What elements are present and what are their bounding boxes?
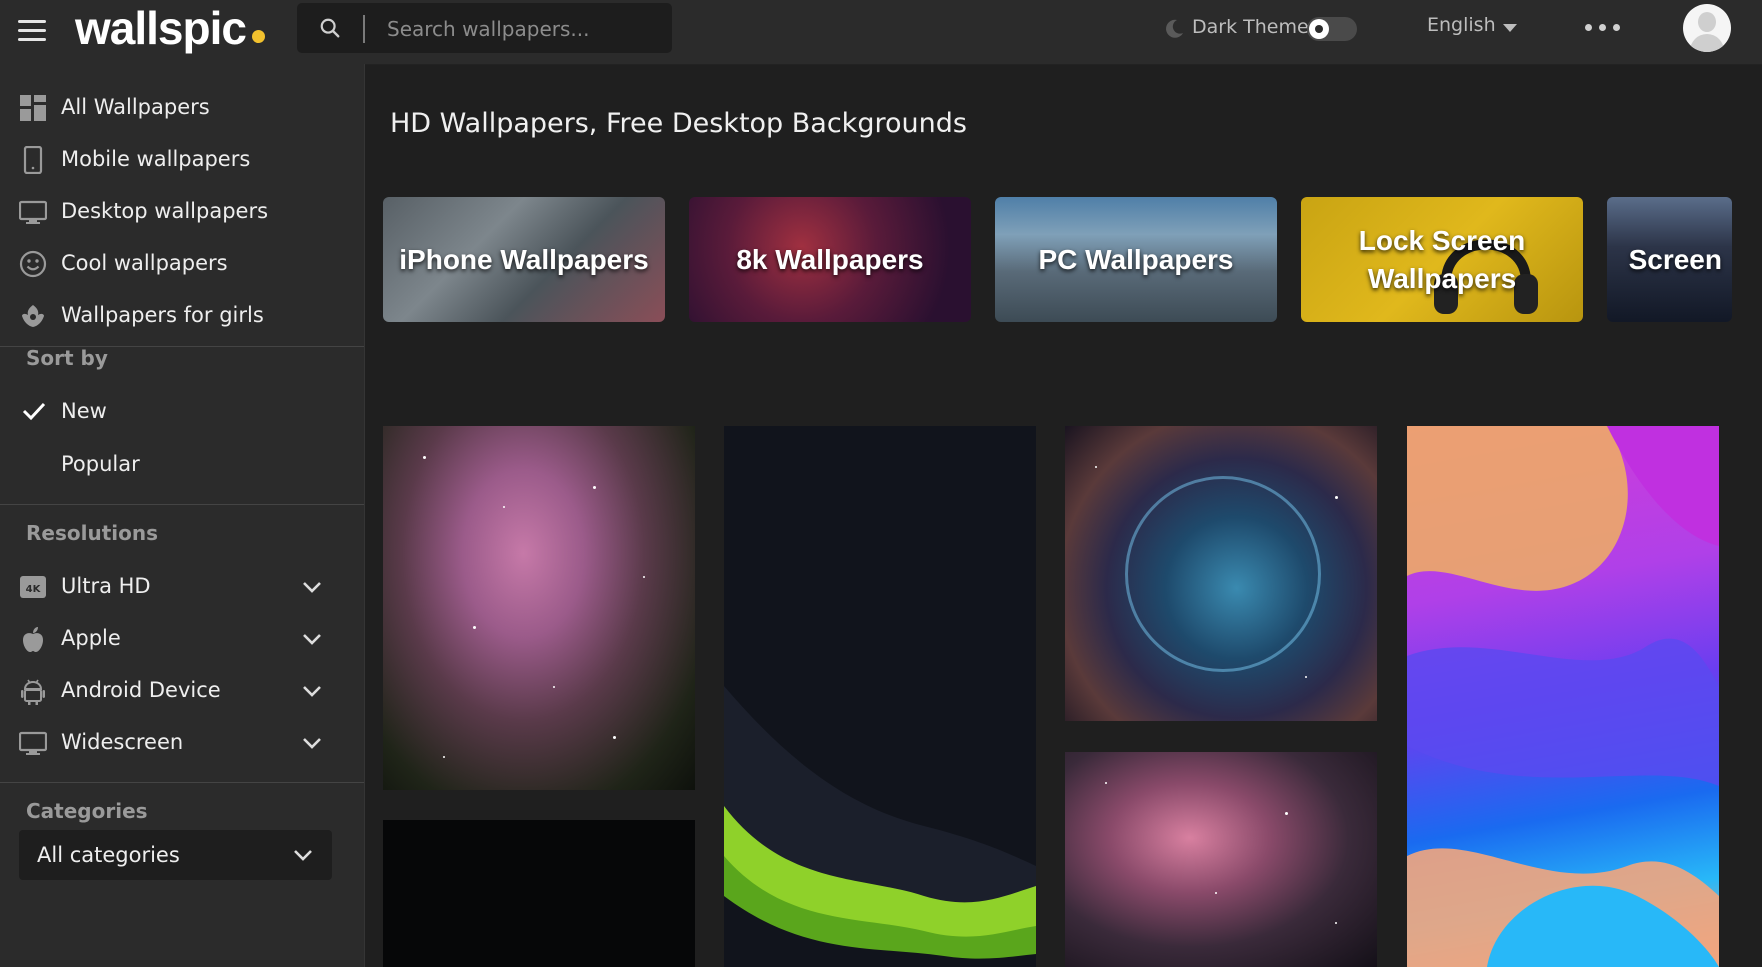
abstract-artwork bbox=[1407, 426, 1719, 967]
category-card-label: Screen bbox=[1628, 243, 1722, 275]
grid-icon bbox=[20, 95, 46, 121]
chevron-down-icon[interactable] bbox=[300, 731, 324, 755]
smiley-icon bbox=[19, 250, 47, 278]
page-title: HD Wallpapers, Free Desktop Backgrounds bbox=[390, 108, 967, 139]
resolution-item-android-device[interactable]: Android Device bbox=[0, 665, 364, 717]
monitor-icon bbox=[19, 731, 47, 755]
search-input[interactable] bbox=[385, 11, 659, 47]
wallpaper-thumbnail[interactable] bbox=[1065, 426, 1377, 721]
toggle-knob bbox=[1309, 19, 1329, 39]
dark-theme-toggle[interactable] bbox=[1307, 17, 1357, 41]
category-card-screen[interactable]: Screen bbox=[1607, 197, 1732, 322]
categories-select-value: All categories bbox=[37, 843, 180, 867]
4k-icon: 4K bbox=[20, 576, 46, 598]
category-card-8k[interactable]: 8k Wallpapers bbox=[689, 197, 971, 322]
category-card-label: PC Wallpapers bbox=[1038, 243, 1234, 275]
monitor-icon bbox=[19, 200, 47, 224]
category-card-iphone[interactable]: iPhone Wallpapers bbox=[383, 197, 665, 322]
categories-title: Categories bbox=[26, 799, 148, 823]
wallpaper-thumbnail[interactable] bbox=[383, 426, 695, 790]
sort-option-label: New bbox=[61, 399, 107, 423]
logo-dot bbox=[252, 30, 265, 43]
category-card-label: iPhone Wallpapers bbox=[399, 243, 649, 275]
resolution-item-label: Android Device bbox=[61, 678, 221, 702]
sidebar-divider bbox=[0, 504, 364, 505]
wallpaper-thumbnail[interactable] bbox=[1407, 426, 1719, 967]
sort-option-popular[interactable]: Popular bbox=[0, 439, 364, 491]
sidebar-item-desktop-wallpapers[interactable]: Desktop wallpapers bbox=[0, 186, 364, 238]
sidebar-item-label: Cool wallpapers bbox=[61, 251, 228, 275]
wallpaper-thumbnail[interactable] bbox=[724, 426, 1036, 967]
sidebar-item-cool-wallpapers[interactable]: Cool wallpapers bbox=[0, 238, 364, 290]
resolution-item-apple[interactable]: Apple bbox=[0, 613, 364, 665]
search-separator bbox=[363, 15, 365, 43]
moon-icon bbox=[1166, 19, 1183, 38]
theme-label: Dark Theme bbox=[1192, 16, 1309, 38]
category-card-pc[interactable]: PC Wallpapers bbox=[995, 197, 1277, 322]
sidebar-item-mobile-wallpapers[interactable]: Mobile wallpapers bbox=[0, 134, 364, 186]
categories-select[interactable]: All categories bbox=[19, 830, 332, 880]
avatar[interactable] bbox=[1683, 4, 1731, 52]
4k-badge-text: 4K bbox=[26, 584, 42, 595]
more-options-icon[interactable] bbox=[1585, 24, 1621, 32]
search-box bbox=[297, 3, 672, 53]
chevron-down-icon[interactable] bbox=[300, 679, 324, 703]
sidebar-item-label: Mobile wallpapers bbox=[61, 147, 251, 171]
category-card-label: 8k Wallpapers bbox=[736, 243, 924, 275]
chevron-down-icon bbox=[294, 850, 312, 861]
sort-option-label: Popular bbox=[61, 452, 140, 476]
sidebar-divider bbox=[0, 782, 364, 783]
resolution-item-widescreen[interactable]: Widescreen bbox=[0, 717, 364, 769]
category-card-label: Lock Screen Wallpapers bbox=[1358, 224, 1526, 294]
sort-by-title: Sort by bbox=[26, 346, 108, 370]
sidebar-item-label: All Wallpapers bbox=[61, 95, 210, 119]
caret-down-icon[interactable] bbox=[1503, 24, 1517, 32]
menu-icon[interactable] bbox=[18, 20, 46, 42]
chevron-down-icon[interactable] bbox=[300, 575, 324, 599]
chevron-down-icon[interactable] bbox=[300, 627, 324, 651]
resolution-item-label: Apple bbox=[61, 626, 121, 650]
resolution-item-label: Widescreen bbox=[61, 730, 184, 754]
sort-option-new[interactable]: New bbox=[0, 386, 364, 438]
sidebar-item-wallpapers-for-girls[interactable]: Wallpapers for girls bbox=[0, 290, 364, 342]
language-select[interactable]: English bbox=[1427, 14, 1496, 36]
logo[interactable]: wallspic bbox=[75, 2, 247, 54]
wallpaper-thumbnail[interactable] bbox=[1065, 752, 1377, 967]
sidebar-item-all-wallpapers[interactable]: All Wallpapers bbox=[0, 82, 364, 134]
sidebar-item-label: Wallpapers for girls bbox=[61, 303, 264, 327]
sidebar-item-label: Desktop wallpapers bbox=[61, 199, 269, 223]
category-card-lock-screen[interactable]: Lock Screen Wallpapers bbox=[1301, 197, 1583, 322]
resolution-item-label: Ultra HD bbox=[61, 574, 151, 598]
flower-icon bbox=[22, 305, 44, 327]
android-icon bbox=[21, 679, 45, 705]
wallpaper-thumbnail[interactable] bbox=[383, 820, 695, 967]
wave-artwork bbox=[724, 686, 1036, 967]
resolutions-title: Resolutions bbox=[26, 521, 159, 545]
apple-icon bbox=[23, 627, 43, 652]
top-bar: wallspic Dark Theme English bbox=[0, 0, 1762, 65]
phone-icon bbox=[23, 146, 43, 174]
resolution-item-ultra-hd[interactable]: 4K Ultra HD bbox=[0, 561, 364, 613]
check-icon bbox=[22, 402, 46, 421]
search-icon[interactable] bbox=[319, 17, 341, 39]
